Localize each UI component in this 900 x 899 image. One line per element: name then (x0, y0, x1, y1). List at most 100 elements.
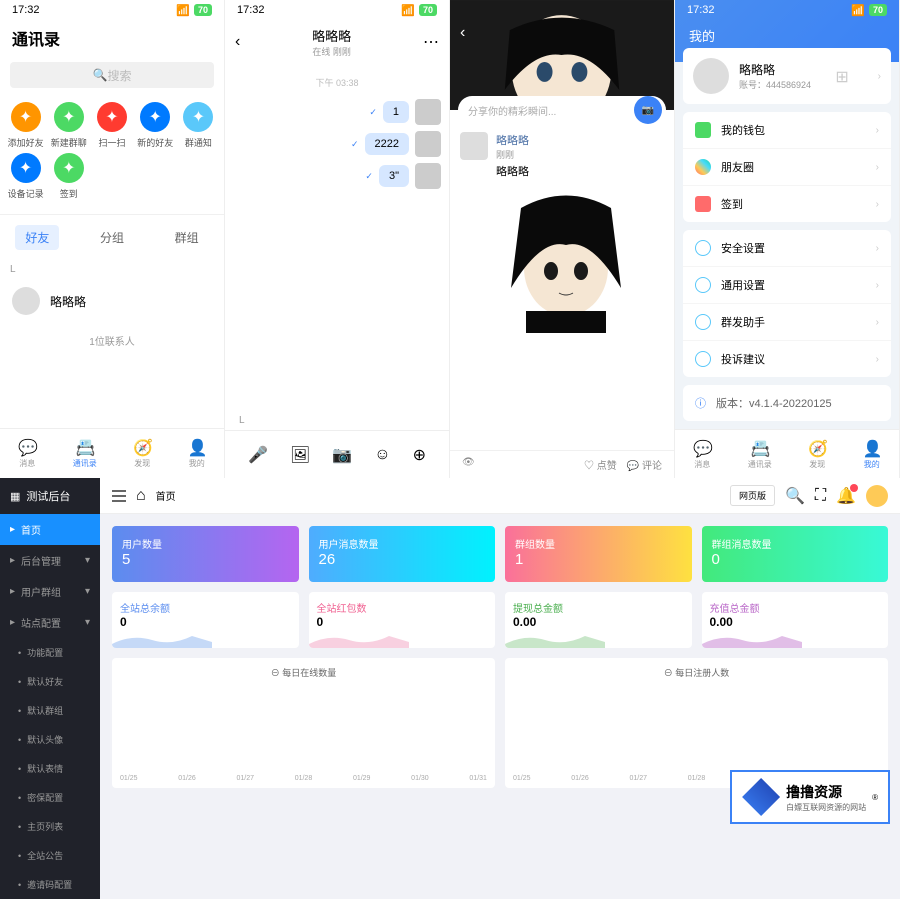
tabbar-我的[interactable]: 👤我的 (188, 438, 206, 469)
message-row: ✓1 (233, 99, 441, 125)
stat-card: 群组消息数量0 (702, 526, 889, 582)
tabbar-我的[interactable]: 👤我的 (863, 439, 881, 470)
tabbar-通讯录[interactable]: 📇通讯录 (73, 438, 97, 469)
info-icon: ⓘ (695, 395, 706, 411)
action-群通知[interactable]: ✦群通知 (179, 102, 218, 149)
tabbar-发现[interactable]: 🧭发现 (808, 439, 826, 470)
menu-item[interactable]: 我的钱包› (683, 112, 891, 149)
contact-row[interactable]: 略略略 (0, 279, 224, 323)
menu-item[interactable]: 群发助手› (683, 304, 891, 341)
menu-item[interactable]: 通用设置› (683, 267, 891, 304)
home-icon[interactable]: ⌂ (136, 487, 146, 505)
notification-icon[interactable]: 🔔 (836, 486, 856, 506)
post-image[interactable] (496, 183, 636, 333)
message-row: ✓2222 (233, 131, 441, 157)
menu-item[interactable]: 投诉建议› (683, 341, 891, 377)
action-设备记录[interactable]: ✦设备记录 (6, 153, 45, 200)
menu-item[interactable]: 朋友圈› (683, 149, 891, 186)
post-author[interactable]: 略略略 (496, 132, 664, 148)
chat-name: 略略略 (240, 26, 423, 45)
emoji-icon[interactable]: ☺ (374, 446, 390, 464)
menu-toggle-icon[interactable] (112, 490, 126, 502)
action-添加好友[interactable]: ✦添加好友 (6, 102, 45, 149)
nav-item[interactable]: ▸首页 (0, 514, 100, 545)
subnav-item[interactable]: •默认表情 (0, 754, 100, 783)
metric-card: 全站红包数0 (309, 592, 496, 648)
search-icon[interactable]: 🔍 (785, 486, 805, 506)
subnav-item[interactable]: •默认头像 (0, 725, 100, 754)
contact-count: 1位联系人 (0, 323, 224, 358)
action-签到[interactable]: ✦签到 (49, 153, 88, 200)
plus-icon[interactable]: ⊕ (413, 445, 426, 465)
nav-item[interactable]: ▸后台管理▾ (0, 545, 100, 576)
chart-card: ⊖ 每日注册人数01/2501/2601/2701/2801/2901/3001… (505, 658, 888, 788)
stat-card: 用户消息数量26 (309, 526, 496, 582)
post-avatar[interactable] (460, 132, 488, 160)
metric-card: 全站总余额0 (112, 592, 299, 648)
user-avatar[interactable] (866, 485, 888, 507)
view-mode-select[interactable]: 网页版 (730, 485, 775, 506)
visibility-icon[interactable]: 👁 (462, 457, 475, 472)
action-新建群聊[interactable]: ✦新建群聊 (49, 102, 88, 149)
search-input[interactable]: 🔍 搜索 (10, 62, 214, 88)
like-button[interactable]: ♡ 点赞 (584, 457, 617, 472)
subnav-item[interactable]: •邀请码配置 (0, 870, 100, 899)
chevron-right-icon: › (878, 71, 881, 82)
back-icon[interactable]: ‹ (460, 24, 465, 42)
camera-button[interactable]: 📷 (634, 96, 662, 124)
action-新的好友[interactable]: ✦新的好友 (136, 102, 175, 149)
metric-card: 提现总金额0.00 (505, 592, 692, 648)
tabbar-通讯录[interactable]: 📇通讯录 (748, 439, 772, 470)
message-bubble[interactable]: 1 (383, 101, 409, 123)
profile-card[interactable]: 略略略 账号：444586924 ⊞ › (683, 48, 891, 104)
qrcode-icon[interactable]: ⊞ (835, 67, 853, 85)
nav-item[interactable]: ▸站点配置▾ (0, 607, 100, 638)
menu-item[interactable]: 签到› (683, 186, 891, 222)
page-title: 我的 (689, 26, 715, 45)
action-扫一扫[interactable]: ✦扫一扫 (92, 102, 131, 149)
message-bubble[interactable]: 2222 (365, 133, 409, 155)
tabbar-发现[interactable]: 🧭发现 (133, 438, 151, 469)
admin-logo: ▦测试后台 (0, 478, 100, 514)
chart-card: ⊖ 每日在线数量01/2501/2601/2701/2801/2901/3001… (112, 658, 495, 788)
letter: L (225, 411, 449, 430)
tab-群组[interactable]: 群组 (165, 225, 209, 250)
menu-item[interactable]: 安全设置› (683, 230, 891, 267)
avatar (415, 163, 441, 189)
subnav-item[interactable]: •默认群组 (0, 696, 100, 725)
chat-input-bar: 🎤 🖼 📷 ☺ ⊕ (225, 430, 449, 478)
subnav-item[interactable]: •主页列表 (0, 812, 100, 841)
metric-card: 充值总金额0.00 (702, 592, 889, 648)
page-title: 通讯录 (0, 20, 224, 56)
subnav-item[interactable]: •密保配置 (0, 783, 100, 812)
mic-icon[interactable]: 🎤 (248, 445, 268, 465)
fullscreen-icon[interactable]: ⛶ (815, 487, 826, 505)
status-bar: 17:32 📶70 (675, 0, 899, 20)
more-icon[interactable]: ⋯ (423, 32, 439, 52)
message-row: ✓3" (233, 163, 441, 189)
subnav-item[interactable]: •功能配置 (0, 638, 100, 667)
tabbar-消息[interactable]: 💬消息 (693, 439, 711, 470)
comment-button[interactable]: 💬 评论 (627, 457, 662, 472)
camera-icon[interactable]: 📷 (332, 445, 352, 465)
tabbar-消息[interactable]: 💬消息 (18, 438, 36, 469)
image-icon[interactable]: 🖼 (290, 445, 310, 465)
subnav-item[interactable]: •全站公告 (0, 841, 100, 870)
status-bar: 17:32 📶70 (0, 0, 224, 20)
avatar (415, 131, 441, 157)
share-input[interactable]: 分享你的精彩瞬间... 📷 (458, 96, 666, 124)
nav-item[interactable]: ▸用户群组▾ (0, 576, 100, 607)
avatar (12, 287, 40, 315)
breadcrumb[interactable]: 首页 (156, 488, 176, 503)
stat-card: 群组数量1 (505, 526, 692, 582)
status-bar: 17:32 📶70 (225, 0, 449, 20)
message-bubble[interactable]: 3" (379, 165, 409, 187)
subnav-item[interactable]: •默认好友 (0, 667, 100, 696)
chat-status: 在线 刚刚 (240, 45, 423, 58)
stat-card: 用户数量5 (112, 526, 299, 582)
tab-分组[interactable]: 分组 (90, 225, 134, 250)
tab-好友[interactable]: 好友 (15, 225, 59, 250)
chat-timestamp: 下午 03:38 (233, 72, 441, 93)
post-time: 刚刚 (496, 148, 664, 161)
avatar (693, 58, 729, 94)
